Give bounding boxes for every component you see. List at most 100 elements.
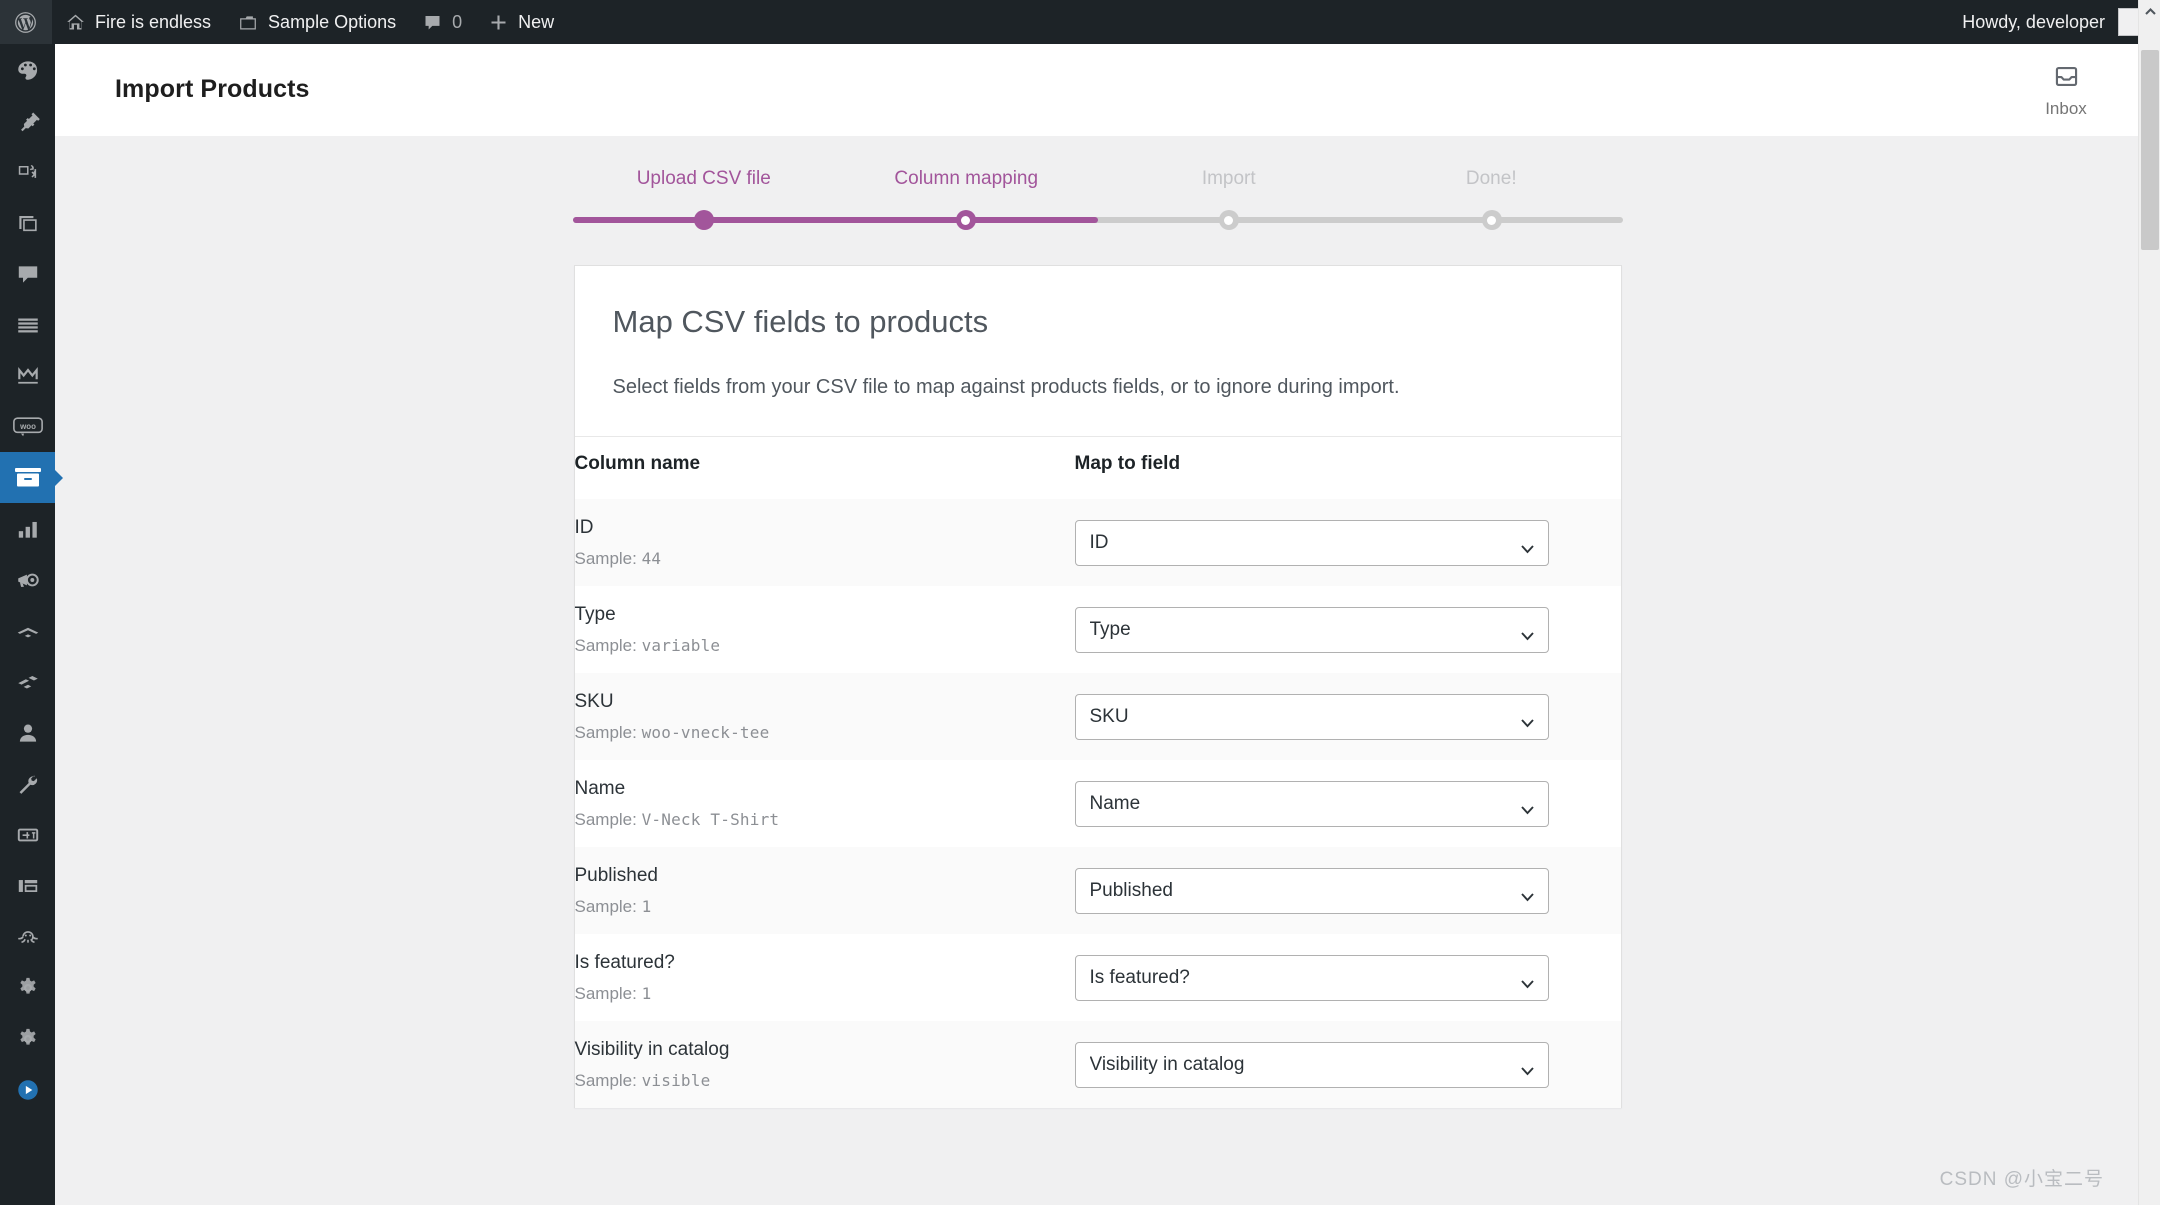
table-cell-column: Visibility in catalog Sample: visible [575, 1021, 1075, 1108]
scroll-up-button[interactable] [2139, 0, 2160, 22]
map-field-select-name[interactable]: Name [1075, 781, 1549, 827]
sample-prefix: Sample: [575, 984, 642, 1003]
home-icon [65, 12, 86, 33]
sidebar-item-analytics[interactable]: Analytics [0, 503, 55, 554]
table-cell-map: SKU [1075, 673, 1621, 760]
mapping-card-header: Map CSV fields to products Select fields… [575, 266, 1621, 436]
step-dot-column-mapping[interactable] [956, 210, 976, 230]
map-field-select-type[interactable]: Type [1075, 607, 1549, 653]
admin-sidebar-menu: Appearance Plugins Media Pages [0, 44, 55, 1205]
map-field-value: ID [1090, 532, 1109, 554]
sidebar-item-woocommerce[interactable]: woo WooCommerce [0, 401, 55, 452]
sidebar-item-elementor[interactable]: Elementor [0, 605, 55, 656]
sidebar-item-pages[interactable]: Pages [0, 197, 55, 248]
sample-options-label: Sample Options [268, 12, 396, 33]
sidebar-item-products[interactable]: Products [0, 452, 55, 503]
layers-icon [15, 873, 41, 899]
table-row: Name Sample: V-Neck T-Shirt Name [575, 760, 1621, 847]
collapse-menu-button[interactable]: Collapse menu [0, 1064, 55, 1115]
sidebar-item-tools[interactable]: Tools [0, 758, 55, 809]
table-cell-map: ID [1075, 499, 1621, 586]
sidebar-item-menus[interactable]: Menus [0, 299, 55, 350]
mapping-card-title: Map CSV fields to products [613, 303, 1583, 340]
csv-column-name: Published [575, 866, 1075, 885]
sidebar-item-settings[interactable]: Settings [0, 962, 55, 1013]
sidebar-item-media[interactable]: Media [0, 146, 55, 197]
step-label: Upload CSV file [637, 168, 771, 189]
map-field-value: Type [1090, 619, 1131, 641]
sidebar-item-options[interactable]: Options [0, 1013, 55, 1064]
csv-column-name: ID [575, 518, 1075, 537]
new-content-button[interactable]: New [475, 0, 567, 44]
template-icon [15, 669, 41, 695]
wordpress-logo-icon [13, 10, 38, 35]
sidebar-item-appearance[interactable]: Appearance [0, 44, 55, 95]
map-field-select-sku[interactable]: SKU [1075, 694, 1549, 740]
sidebar-item-templates[interactable]: Templates [0, 656, 55, 707]
inbox-button[interactable]: Inbox [2020, 44, 2112, 136]
page-content: Import Products Inbox Upload CSV file Co… [55, 44, 2140, 1205]
media-icon [15, 159, 41, 185]
wordpress-logo-button[interactable] [0, 0, 52, 44]
csv-column-name: Visibility in catalog [575, 1040, 1075, 1059]
scrollbar-thumb[interactable] [2141, 50, 2159, 250]
sidebar-item-add-ons[interactable]: Add-ons [0, 809, 55, 860]
page-scrollbar[interactable] [2138, 0, 2160, 1205]
sidebar-item-users[interactable]: Users [0, 707, 55, 758]
table-row: Visibility in catalog Sample: visible Vi… [575, 1021, 1621, 1108]
chevron-down-icon [1521, 625, 1534, 634]
map-field-value: SKU [1090, 706, 1129, 728]
inbox-label: Inbox [2045, 100, 2087, 117]
sidebar-item-layers[interactable]: Layers [0, 860, 55, 911]
comment-bubble-icon [422, 12, 443, 33]
map-field-value: Is featured? [1090, 967, 1190, 989]
step-dot-upload-csv-file[interactable] [694, 210, 714, 230]
step-dot-import [1219, 210, 1239, 230]
inbox-tray-icon [2053, 63, 2080, 95]
chevron-down-icon [1521, 973, 1534, 982]
sample-options-button[interactable]: Sample Options [224, 0, 409, 44]
sample-prefix: Sample: [575, 723, 642, 742]
map-field-select-is-featured[interactable]: Is featured? [1075, 955, 1549, 1001]
step-upload-csv-file[interactable]: Upload CSV file [573, 169, 836, 189]
map-field-select-id[interactable]: ID [1075, 520, 1549, 566]
map-field-select-published[interactable]: Published [1075, 868, 1549, 914]
comment-bubble-icon [15, 261, 41, 287]
table-row: Is featured? Sample: 1 Is featured? [575, 934, 1621, 1021]
site-name-label: Fire is endless [95, 12, 211, 33]
sample-prefix: Sample: [575, 549, 642, 568]
my-account-menu[interactable]: Howdy, developer [1962, 0, 2160, 44]
table-cell-map: Name [1075, 760, 1621, 847]
column-mapping-table: Column name Map to field ID Sample: 44 I… [575, 436, 1621, 1108]
gear-icon [15, 1026, 41, 1052]
sidebar-item-comments[interactable]: Comments [0, 248, 55, 299]
csv-column-sample: Sample: woo-vneck-tee [575, 724, 1075, 741]
table-cell-column: Type Sample: variable [575, 586, 1075, 673]
site-name-button[interactable]: Fire is endless [52, 0, 224, 44]
step-dot-done [1482, 210, 1502, 230]
chevron-down-icon [1521, 799, 1534, 808]
sidebar-item-marketing[interactable]: Marketing [0, 554, 55, 605]
table-cell-map: Type [1075, 586, 1621, 673]
gear-icon [15, 975, 41, 1001]
chevron-down-icon [1521, 712, 1534, 721]
page-header: Import Products Inbox [55, 44, 2140, 136]
sidebar-item-octopus[interactable]: Octopus [0, 911, 55, 962]
csv-column-sample: Sample: 1 [575, 985, 1075, 1002]
svg-text:woo: woo [19, 421, 36, 430]
comments-count: 0 [452, 12, 462, 33]
briefcase-icon [237, 12, 259, 33]
csv-column-sample: Sample: variable [575, 637, 1075, 654]
m-envelope-icon [15, 363, 41, 389]
table-header-row: Column name Map to field [575, 437, 1621, 500]
step-column-mapping[interactable]: Column mapping [835, 169, 1098, 189]
sidebar-item-mailpoet[interactable]: MailPoet [0, 350, 55, 401]
megaphone-icon [15, 567, 41, 593]
octopus-icon [15, 924, 41, 950]
sample-value: 1 [642, 897, 652, 916]
comments-button[interactable]: 0 [409, 0, 475, 44]
map-field-select-visibility-in-catalog[interactable]: Visibility in catalog [1075, 1042, 1549, 1088]
sidebar-item-plugins[interactable]: Plugins [0, 95, 55, 146]
step-label: Import [1202, 168, 1256, 189]
mapping-card-description: Select fields from your CSV file to map … [613, 372, 1583, 402]
